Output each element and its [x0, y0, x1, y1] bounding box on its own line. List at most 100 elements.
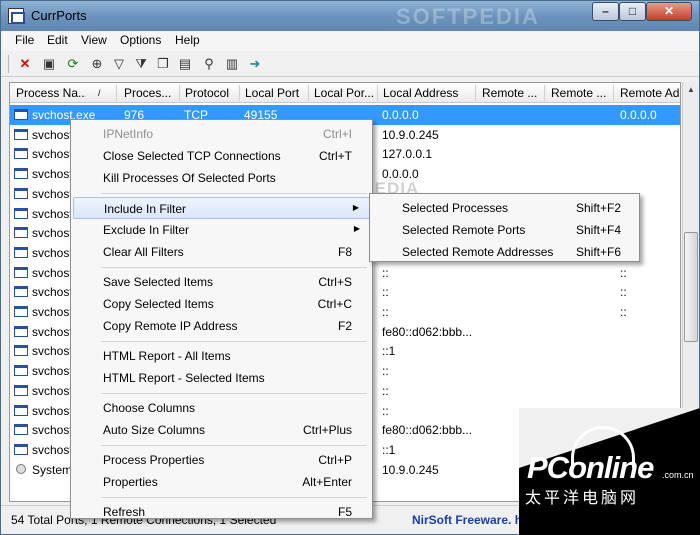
- title-bar[interactable]: CurrPorts SOFTPEDIA – □ ✕: [1, 1, 699, 31]
- menu-item-label: Exclude In Filter: [103, 223, 190, 237]
- copy-icon[interactable]: ❐: [153, 54, 173, 74]
- menu-item-auto-size-columns[interactable]: Auto Size Columns Ctrl+Plus: [73, 419, 370, 441]
- submenu-item-shortcut: Shift+F2: [575, 201, 621, 215]
- menu-separator: [101, 267, 367, 268]
- process-window-icon: [14, 227, 28, 239]
- menu-item-clear-all-filters[interactable]: Clear All Filters F8: [73, 241, 370, 263]
- menu-item-kill-processes-of-selected-ports[interactable]: Kill Processes Of Selected Ports: [73, 167, 370, 189]
- menu-item-refresh[interactable]: Refresh F5: [73, 501, 370, 523]
- cell-local-address: 127.0.0.1: [382, 147, 433, 162]
- col-remote-port-name[interactable]: Remote ...: [551, 86, 609, 100]
- menu-item-html-report-all-items[interactable]: HTML Report - All Items: [73, 345, 370, 367]
- save-icon[interactable]: ▣: [39, 54, 59, 74]
- menu-item-exclude-in-filter[interactable]: Exclude In Filter ▶: [73, 219, 370, 241]
- toolbar: ✕ ▣ ⟳ ⊕ ▽ ⧩ ❐ ▤ ⚲ ▥ ➜: [1, 51, 699, 77]
- menu-item-shortcut: Ctrl+T: [319, 149, 352, 163]
- cell-process-name: svchost: [32, 147, 73, 162]
- menu-item-shortcut: Ctrl+Plus: [302, 423, 352, 437]
- process-window-icon: [14, 404, 28, 416]
- menu-item-properties[interactable]: Properties Alt+Enter: [73, 471, 370, 493]
- menu-view[interactable]: View: [81, 33, 107, 47]
- menu-bar: File Edit View Options Help: [1, 31, 699, 51]
- maximize-button[interactable]: □: [619, 2, 646, 21]
- refresh-icon[interactable]: ⟳: [63, 54, 83, 74]
- process-window-icon: [14, 148, 28, 160]
- cell-local-address: ::1: [382, 344, 396, 359]
- exit-icon[interactable]: ➜: [245, 54, 265, 74]
- menu-item-shortcut: F2: [337, 319, 352, 333]
- menu-help[interactable]: Help: [175, 33, 200, 47]
- process-window-icon: [14, 266, 28, 278]
- process-window-icon: [14, 306, 28, 317]
- menu-item-process-properties[interactable]: Process Properties Ctrl+P: [73, 449, 370, 471]
- cell-process-name: svchost: [32, 226, 73, 241]
- context-menu: IPNetInfo Ctrl+I Close Selected TCP Connec…: [70, 119, 373, 519]
- submenu-item-label: Selected Remote Addresses: [402, 245, 554, 259]
- col-protocol[interactable]: Protocol: [185, 86, 240, 100]
- cell-process-name: svchost: [32, 245, 73, 260]
- col-local-address[interactable]: Local Address: [383, 86, 473, 100]
- status-nirsoft[interactable]: NirSoft Freeware. h: [412, 513, 522, 527]
- minimize-button[interactable]: –: [592, 2, 619, 21]
- menu-item-label: Kill Processes Of Selected Ports: [103, 171, 276, 185]
- filter-clear-icon[interactable]: ⧩: [131, 54, 151, 74]
- menu-item-copy-selected-items[interactable]: Copy Selected Items Ctrl+C: [73, 293, 370, 315]
- close-button[interactable]: ✕: [646, 2, 692, 21]
- sort-arrow-icon: /: [98, 88, 101, 98]
- process-window-icon: [14, 168, 28, 180]
- menu-item-save-selected-items[interactable]: Save Selected Items Ctrl+S: [73, 271, 370, 293]
- cell-local-address: ::: [382, 403, 389, 418]
- col-remote-address[interactable]: Remote Ad: [620, 86, 680, 100]
- app-icon: [8, 8, 25, 24]
- menu-options[interactable]: Options: [120, 33, 161, 47]
- submenu-arrow-icon: ▶: [353, 224, 360, 233]
- scroll-up-icon[interactable]: ▲: [684, 82, 698, 98]
- find-icon[interactable]: ⚲: [199, 54, 219, 74]
- toolbar-separator: [8, 55, 9, 73]
- col-remote-port[interactable]: Remote ...: [482, 86, 540, 100]
- menu-item-shortcut: Ctrl+P: [318, 453, 352, 467]
- col-process-name[interactable]: Process Na...: [16, 86, 86, 100]
- submenu-item-selected-processes[interactable]: Selected Processes Shift+F2: [372, 197, 637, 219]
- cell-local-address: ::: [382, 305, 389, 319]
- menu-file[interactable]: File: [15, 33, 34, 47]
- properties-icon[interactable]: ▤: [175, 54, 195, 74]
- submenu-item-selected-remote-addresses[interactable]: Selected Remote Addresses Shift+F6: [372, 241, 637, 263]
- menu-item-ipnetinfo[interactable]: IPNetInfo Ctrl+I: [73, 123, 370, 145]
- menu-item-close-selected-tcp-connections[interactable]: Close Selected TCP Connections Ctrl+T: [73, 145, 370, 167]
- process-window-icon: [14, 365, 28, 377]
- col-local-port[interactable]: Local Port: [245, 86, 307, 100]
- submenu-item-label: Selected Remote Ports: [402, 223, 526, 237]
- menu-separator: [101, 393, 367, 394]
- cell-remote-address: 0.0.0.0: [620, 108, 657, 122]
- target-icon[interactable]: ⊕: [87, 54, 107, 74]
- cell-process-name: svchost: [32, 344, 73, 359]
- menu-item-label: Save Selected Items: [103, 275, 214, 289]
- col-process-id[interactable]: Proces...: [124, 86, 174, 100]
- menu-item-copy-remote-ip-address[interactable]: Copy Remote IP Address F2: [73, 315, 370, 337]
- menu-item-label: Auto Size Columns: [103, 423, 206, 437]
- cell-process-name: System: [32, 462, 73, 477]
- cell-process-name: svchost: [32, 383, 73, 398]
- scroll-thumb[interactable]: [684, 232, 698, 342]
- menu-item-html-report-selected-items[interactable]: HTML Report - Selected Items: [73, 367, 370, 389]
- cell-process-name: svchost: [32, 305, 73, 319]
- cell-process-name: svchost: [32, 265, 73, 280]
- menu-item-choose-columns[interactable]: Choose Columns: [73, 397, 370, 419]
- cell-local-address: ::1: [382, 442, 396, 457]
- menu-item-shortcut: F5: [337, 505, 352, 519]
- process-window-icon: [14, 325, 28, 337]
- submenu-item-selected-remote-ports[interactable]: Selected Remote Ports Shift+F4: [372, 219, 637, 241]
- pconline-logo: PConline: [527, 450, 654, 485]
- col-local-port-name[interactable]: Local Por...: [314, 86, 378, 100]
- delete-icon[interactable]: ✕: [15, 54, 35, 74]
- cell-local-address: ::: [382, 285, 389, 300]
- filter-icon[interactable]: ▽: [109, 54, 129, 74]
- softpedia-watermark: SOFTPEDIA: [396, 4, 540, 29]
- menu-edit[interactable]: Edit: [47, 33, 68, 47]
- report-icon[interactable]: ▥: [222, 54, 242, 74]
- menu-item-include-in-filter[interactable]: Include In Filter ▶: [73, 197, 370, 219]
- process-window-icon: [14, 187, 28, 199]
- cell-remote-address: ::: [620, 265, 627, 280]
- cell-process-name: svchost: [32, 285, 73, 300]
